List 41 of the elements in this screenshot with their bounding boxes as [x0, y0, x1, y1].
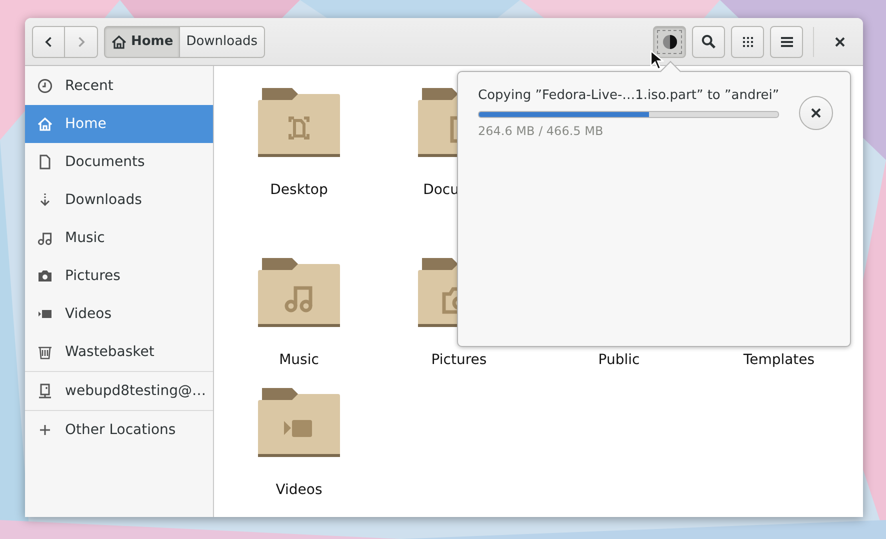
home-icon	[37, 116, 53, 132]
grid-icon	[742, 36, 754, 48]
close-icon	[811, 108, 822, 118]
folder-label[interactable]: Desktop	[270, 182, 328, 198]
camera-icon	[37, 268, 53, 284]
folder-label[interactable]: Music	[279, 352, 319, 368]
close-icon	[835, 36, 845, 46]
back-button[interactable]	[32, 26, 65, 58]
home-icon	[111, 34, 127, 50]
sidebar-item[interactable]: Recent	[25, 67, 213, 105]
music-icon	[37, 230, 53, 246]
plus-icon	[37, 422, 53, 438]
operation-title: Copying ”Fedora-Live-…1.iso.part” to ”andrei”	[478, 88, 780, 103]
path-button[interactable]: Home	[104, 26, 180, 58]
search-button[interactable]	[692, 26, 725, 58]
path-button[interactable]: Downloads	[180, 26, 265, 58]
cancel-button[interactable]	[799, 96, 834, 130]
pie-icon	[662, 34, 678, 50]
folder-label[interactable]: Videos	[276, 482, 322, 498]
trash-icon	[37, 344, 53, 360]
operations-button[interactable]	[653, 26, 686, 58]
sidebar-item[interactable]: Other Locations	[25, 411, 213, 449]
document-icon	[37, 154, 53, 170]
menu-icon	[780, 36, 794, 48]
search-icon	[701, 34, 716, 49]
progress-status: 264.6 MB / 466.5 MB	[478, 124, 604, 138]
sidebar-item[interactable]: Music	[25, 219, 213, 257]
sidebar-item[interactable]: Documents	[25, 143, 213, 181]
folder-label[interactable]: Public	[598, 352, 640, 368]
folder-label[interactable]: Pictures	[431, 352, 487, 368]
sidebar-item[interactable]: Pictures	[25, 257, 213, 295]
sidebar-item[interactable]: Downloads	[25, 181, 213, 219]
sidebar-item[interactable]: Videos	[25, 295, 213, 333]
folder-label[interactable]: Docu	[423, 182, 459, 198]
computer-icon	[37, 383, 53, 399]
view-button[interactable]	[731, 26, 764, 58]
clock-icon	[37, 78, 53, 94]
menu-button[interactable]	[770, 26, 803, 58]
sidebar-item[interactable]: webupd8testing@…	[25, 372, 213, 410]
folder-label[interactable]: Templates	[743, 352, 815, 368]
sidebar-item[interactable]: Wastebasket	[25, 333, 213, 371]
